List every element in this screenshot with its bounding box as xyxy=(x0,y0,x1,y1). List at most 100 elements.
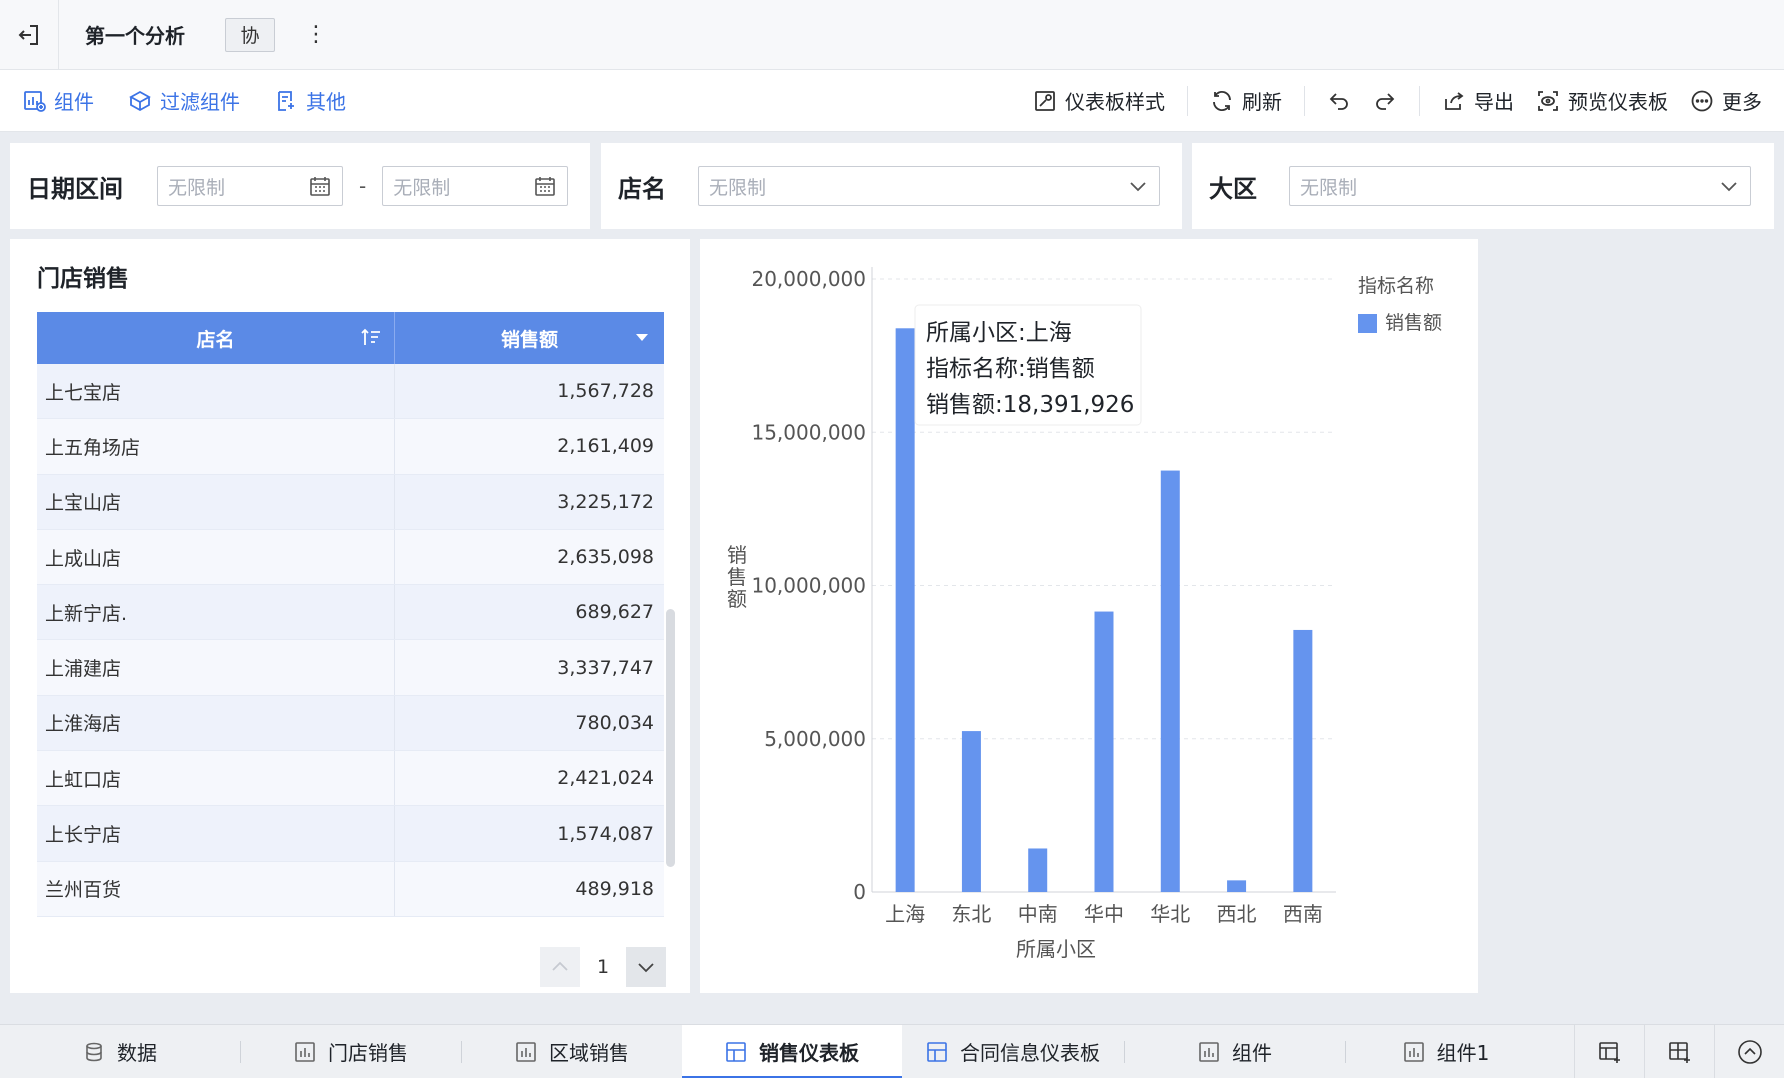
tab-contract-dashboard[interactable]: 合同信息仪表板 xyxy=(902,1025,1124,1078)
x-tick-label: 上海 xyxy=(885,902,925,926)
next-page-button[interactable] xyxy=(626,947,666,987)
redo-button[interactable] xyxy=(1373,89,1397,113)
refresh-icon xyxy=(1213,90,1231,111)
bar xyxy=(1293,629,1313,892)
collapse-button[interactable] xyxy=(1714,1024,1784,1078)
dashboard-icon xyxy=(927,1041,947,1062)
collaborate-badge[interactable]: 协 xyxy=(225,17,275,52)
legend-title: 指标名称 xyxy=(1358,275,1434,297)
table-row[interactable]: 上长宁店 1,574,087 xyxy=(37,806,664,862)
more-vertical-icon[interactable]: ⋮ xyxy=(305,22,327,47)
table-row[interactable]: 上虹口店 2,421,024 xyxy=(37,751,664,807)
region-label: 大区 xyxy=(1209,174,1257,203)
tab-label: 组件1 xyxy=(1436,1041,1490,1065)
preview-dashboard-button[interactable]: 预览仪表板 xyxy=(1536,86,1668,115)
divider xyxy=(1304,85,1305,116)
store-label: 店名 xyxy=(618,174,666,203)
sort-icon[interactable] xyxy=(360,327,382,349)
region-select[interactable]: 无限制 xyxy=(1289,166,1751,206)
bar xyxy=(895,328,915,892)
export-button[interactable]: 导出 xyxy=(1442,86,1514,115)
dashboard-icon xyxy=(726,1041,746,1062)
tab-data[interactable]: 数据 xyxy=(0,1025,240,1078)
tab-label: 合同信息仪表板 xyxy=(960,1041,1100,1065)
toolbar: 组件 过滤组件 其他 仪表板样式 刷新 导出 预览仪表板 更多 xyxy=(0,70,1784,132)
column-header-store[interactable]: 店名 xyxy=(37,312,395,364)
filter-widget-label: 过滤组件 xyxy=(160,90,240,114)
y-tick-label: 0 xyxy=(853,880,866,904)
table-row[interactable]: 上七宝店 1,567,728 xyxy=(37,364,664,420)
more-button[interactable]: 更多 xyxy=(1690,86,1762,115)
chevron-down-icon xyxy=(638,963,654,973)
table-row[interactable]: 兰州百货 489,918 xyxy=(37,861,664,917)
chevron-up-circle-icon xyxy=(1737,1039,1762,1064)
cell-store: 上浦建店 xyxy=(37,640,395,695)
y-tick-label: 10,000,000 xyxy=(751,574,866,598)
filter-widget-button[interactable]: 过滤组件 xyxy=(128,86,240,115)
cell-store: 上淮海店 xyxy=(37,695,395,751)
table-row[interactable]: 上新宁店. 689,627 xyxy=(37,585,664,641)
legend-swatch xyxy=(1358,314,1377,333)
y-axis-title: 额 xyxy=(727,587,747,611)
more-label: 更多 xyxy=(1722,90,1762,114)
x-tick-label: 华中 xyxy=(1084,902,1124,926)
cell-sales: 689,627 xyxy=(575,601,654,624)
y-axis-title: 销 xyxy=(727,543,747,567)
cell-sales: 2,161,409 xyxy=(557,435,654,458)
widget-title: 门店销售 xyxy=(37,266,129,292)
tab-region-sales[interactable]: 区域销售 xyxy=(462,1025,682,1078)
y-tick-label: 15,000,000 xyxy=(751,420,866,444)
column-header-sales[interactable]: 销售额 xyxy=(395,312,664,364)
pagination: 1 xyxy=(540,947,666,987)
exit-button[interactable] xyxy=(0,0,58,70)
tab-label: 组件 xyxy=(1232,1041,1272,1065)
cell-store: 上虹口店 xyxy=(37,751,395,806)
prev-page-button[interactable] xyxy=(540,947,580,987)
other-button[interactable]: 其他 xyxy=(274,86,346,115)
table-body: 上七宝店 1,567,728 上五角场店 2,161,409 上宝山店 3,225,1… xyxy=(37,364,664,917)
add-chart-sheet-button[interactable] xyxy=(1644,1024,1714,1078)
tab-store-sales[interactable]: 门店销售 xyxy=(241,1025,461,1078)
region-filter: 大区 无限制 xyxy=(1192,143,1774,229)
more-icon xyxy=(1691,90,1713,111)
cell-store: 上五角场店 xyxy=(37,419,395,474)
bar xyxy=(1028,848,1048,892)
add-component-button[interactable]: 组件 xyxy=(22,86,94,115)
add-chart-icon xyxy=(24,90,46,112)
table-row[interactable]: 上五角场店 2,161,409 xyxy=(37,419,664,475)
tab-sales-dashboard[interactable]: 销售仪表板 xyxy=(682,1024,902,1078)
x-tick-label: 西南 xyxy=(1283,902,1323,926)
table-row[interactable]: 上成山店 2,635,098 xyxy=(37,529,664,586)
x-tick-label: 华北 xyxy=(1150,902,1190,926)
tab-component[interactable]: 组件 xyxy=(1125,1025,1345,1078)
store-sales-table: 店名 销售额 上七宝店 1,567,728 上五角场店 2,161,409 上宝山店… xyxy=(37,312,664,917)
tab-component1[interactable]: 组件1 xyxy=(1346,1025,1546,1078)
add-chart-icon xyxy=(1668,1041,1690,1063)
caret-down-icon[interactable] xyxy=(632,327,652,347)
tooltip-line: 销售额:18,391,926 xyxy=(926,392,1134,418)
end-date-input[interactable]: 无限制 xyxy=(382,166,569,206)
table-row[interactable]: 上淮海店 780,034 xyxy=(37,695,664,752)
region-sales-chart-widget: 0 5,000,000 10,000,000 15,000,000 20,000,000… xyxy=(700,239,1478,993)
chevron-down-icon xyxy=(1130,182,1146,192)
cell-sales: 2,421,024 xyxy=(557,767,654,790)
table-scrollbar[interactable] xyxy=(666,609,675,867)
end-date-placeholder: 无限制 xyxy=(393,176,451,199)
current-page: 1 xyxy=(596,956,610,978)
cell-sales: 780,034 xyxy=(575,711,654,734)
add-dashboard-button[interactable] xyxy=(1574,1024,1644,1078)
cell-sales: 1,567,728 xyxy=(557,380,654,403)
dashboard-style-button[interactable]: 仪表板样式 xyxy=(1033,86,1165,115)
y-tick-label: 20,000,000 xyxy=(751,267,866,291)
x-tick-label: 西北 xyxy=(1217,902,1257,926)
refresh-button[interactable]: 刷新 xyxy=(1210,86,1282,115)
sheet-tab-bar: 数据 门店销售 区域销售 销售仪表板 合同信息仪表板 组件 组件1 xyxy=(0,1024,1784,1078)
table-row[interactable]: 上宝山店 3,225,172 xyxy=(37,474,664,530)
store-placeholder: 无限制 xyxy=(709,176,767,199)
undo-button[interactable] xyxy=(1327,89,1351,113)
store-select[interactable]: 无限制 xyxy=(698,166,1160,206)
undo-icon xyxy=(1329,92,1348,110)
table-row[interactable]: 上浦建店 3,337,747 xyxy=(37,640,664,696)
y-axis-title: 售 xyxy=(727,565,747,589)
start-date-input[interactable]: 无限制 xyxy=(157,166,343,206)
